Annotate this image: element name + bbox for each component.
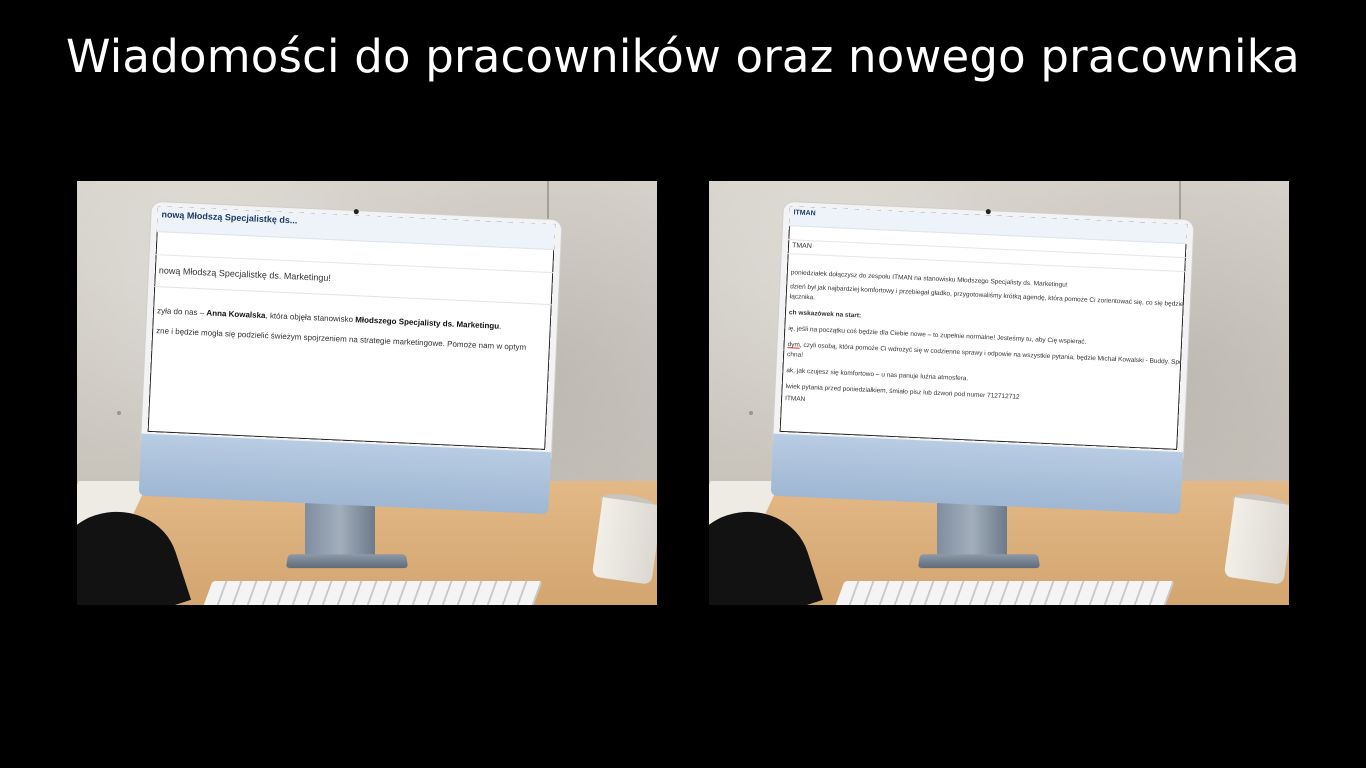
email-screen: nową Młodszą Specjalistkę ds... nową Mło… bbox=[147, 206, 556, 450]
monitor-bezel: ITMAN TMAN poniedziałek dołączysz do zes… bbox=[773, 201, 1194, 459]
keyboard bbox=[833, 581, 1175, 605]
monitor: nową Młodszą Specjalistkę ds... nową Mło… bbox=[138, 201, 562, 520]
slide-title: Wiadomości do pracowników oraz nowego pr… bbox=[66, 30, 1300, 83]
camera-icon bbox=[985, 209, 991, 215]
text-span: . bbox=[498, 321, 502, 331]
cup bbox=[591, 497, 657, 585]
monitor-base bbox=[285, 554, 409, 569]
right-photo: ITMAN TMAN poniedziałek dołączysz do zes… bbox=[709, 181, 1289, 605]
keyboard bbox=[201, 581, 543, 605]
wall-hole bbox=[117, 411, 121, 415]
monitor: ITMAN TMAN poniedziałek dołączysz do zes… bbox=[770, 201, 1194, 520]
camera-icon bbox=[353, 209, 359, 215]
monitor-bezel: nową Młodszą Specjalistkę ds... nową Mło… bbox=[141, 201, 562, 459]
text-span: zyła do nas – bbox=[156, 306, 207, 318]
monitor-base bbox=[917, 554, 1041, 569]
text-span: , która objęła stanowisko bbox=[265, 311, 356, 325]
wall-hole bbox=[749, 411, 753, 415]
text-span: dym bbox=[787, 341, 800, 349]
cup bbox=[1223, 497, 1289, 585]
employee-name: Anna Kowalska bbox=[206, 308, 266, 321]
left-photo: nową Młodszą Specjalistkę ds... nową Mło… bbox=[77, 181, 657, 605]
email-screen: ITMAN TMAN poniedziałek dołączysz do zes… bbox=[779, 206, 1188, 450]
